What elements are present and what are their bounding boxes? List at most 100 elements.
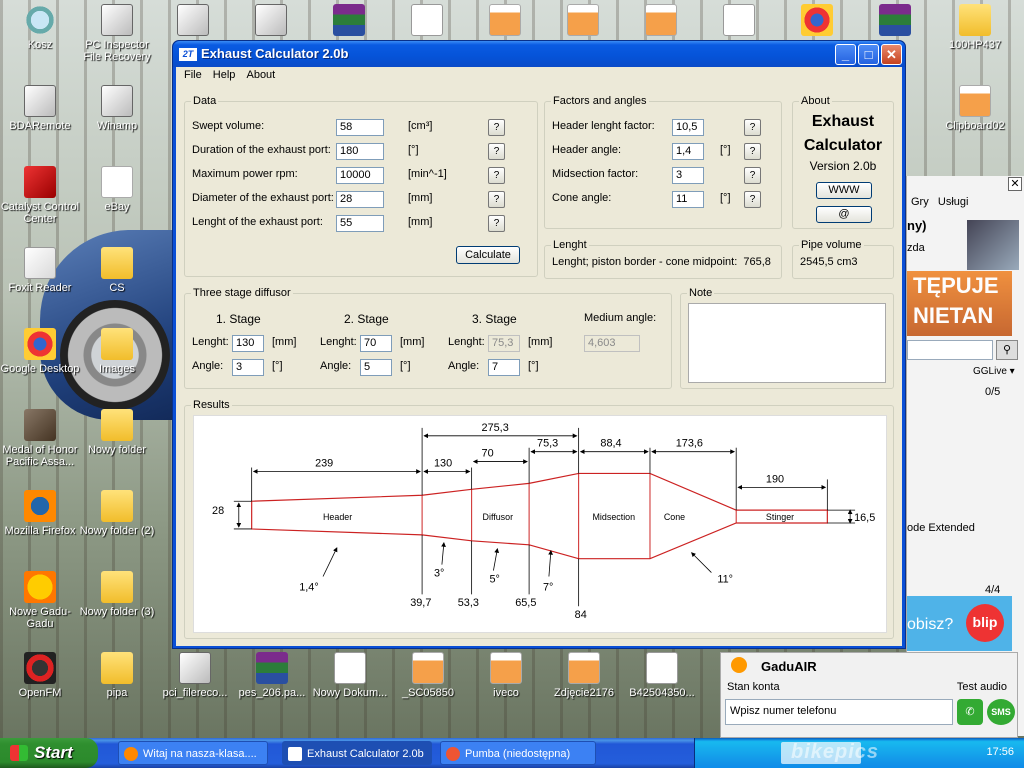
desktop-icon-zdjecie[interactable]: Zdjęcie2176 <box>544 652 624 699</box>
sms-button[interactable]: SMS <box>987 699 1015 725</box>
desktop-icon-nowy-dokument[interactable]: Nowy Dokum... <box>310 652 390 699</box>
stage-2-length-input[interactable]: 70 <box>360 335 392 352</box>
desktop-icon-pes-206[interactable]: pes_206.pa... <box>232 652 312 699</box>
desktop-icon-nowy-folder-2[interactable]: Nowy folder (2) <box>77 490 157 537</box>
help-button-max-power-rpm[interactable]: ? <box>488 167 505 184</box>
desktop-icon-cs[interactable]: CS <box>77 247 157 294</box>
desktop-icon-firefox[interactable]: Mozilla Firefox <box>0 490 80 537</box>
task-pumba[interactable]: Pumba (niedostępna) <box>440 741 596 765</box>
angle-stage1: 3° <box>434 568 444 580</box>
call-icon[interactable]: ✆ <box>957 699 983 725</box>
desktop-icon-catalyst[interactable]: Catalyst Control Center <box>0 166 80 225</box>
stage-1-angle-input[interactable]: 3 <box>232 359 264 376</box>
www-button[interactable]: WWW <box>816 182 872 199</box>
desktop-icon-nowy-folder-3[interactable]: Nowy folder (3) <box>77 571 157 618</box>
desktop-icon-google-desktop[interactable]: Google Desktop <box>0 328 80 375</box>
task-exhaust-calculator[interactable]: Exhaust Calculator 2.0b <box>282 741 432 765</box>
stage-2-angle-input[interactable]: 5 <box>360 359 392 376</box>
stage-3-length-label: Lenght: <box>448 336 485 348</box>
help-button-exhaust-duration[interactable]: ? <box>488 143 505 160</box>
blip-banner[interactable]: obisz? blip <box>907 596 1012 651</box>
calculate-button[interactable]: Calculate <box>456 246 520 264</box>
desktop-icon-top-3[interactable] <box>314 4 384 39</box>
stage-1-length-input[interactable]: 130 <box>232 335 264 352</box>
desktop-icon-images[interactable]: Images <box>77 328 157 375</box>
angle-pointer-lines <box>322 542 712 577</box>
cone-angle-input[interactable]: 11 <box>672 191 704 208</box>
start-button[interactable]: Start <box>0 738 98 768</box>
email-button[interactable]: @ <box>816 206 872 223</box>
menu-help[interactable]: Help <box>209 67 240 83</box>
medal-of-honor-icon <box>24 409 56 441</box>
swept-volume-input[interactable]: 58 <box>336 119 384 136</box>
desktop-icon-top-5[interactable] <box>470 4 540 39</box>
desktop-icon-pipa[interactable]: pipa <box>77 652 157 699</box>
port-diameter-input[interactable]: 28 <box>336 191 384 208</box>
desktop-icon-recycle-bin[interactable]: Kosz <box>0 4 80 51</box>
desktop-icon-top-4[interactable] <box>392 4 462 39</box>
gg-search-input[interactable] <box>907 340 993 360</box>
exhaust-duration-input[interactable]: 180 <box>336 143 384 160</box>
desktop-icon-top-1[interactable] <box>158 4 228 39</box>
task-firefox[interactable]: Witaj na nasza-klasa.... <box>118 741 268 765</box>
desktop-icon-top-10[interactable] <box>860 4 930 39</box>
minimize-button[interactable]: _ <box>835 44 856 65</box>
gg-live-dropdown[interactable]: GGLive ▾ <box>973 366 1015 377</box>
maximize-button[interactable]: □ <box>858 44 879 65</box>
header-angle-input[interactable]: 1,4 <box>672 143 704 160</box>
desktop-icon-ebay[interactable]: eBay <box>77 166 157 213</box>
menu-file[interactable]: File <box>180 67 206 83</box>
dia-after-header: 39,7 <box>410 597 431 609</box>
desktop-icon-top-7[interactable] <box>626 4 696 39</box>
port-length-input[interactable]: 55 <box>336 215 384 232</box>
desktop-icon-bdaremote[interactable]: BDARemote <box>0 85 80 132</box>
help-button-header-angle[interactable]: ? <box>744 143 761 160</box>
desktop-icon-top-6[interactable] <box>548 4 618 39</box>
angle-cone: 11° <box>717 573 733 585</box>
desktop-icon-clipboard02[interactable]: Clipboard02 <box>934 85 1016 132</box>
desktop-icon-top-9[interactable] <box>782 4 852 39</box>
desktop-icon-top-8[interactable] <box>704 4 774 39</box>
desktop-icon-iveco[interactable]: iveco <box>466 652 546 699</box>
desktop-icon-medal-of-honor[interactable]: Medal of Honor Pacific Assa... <box>0 409 80 468</box>
desktop-icon-openfm[interactable]: OpenFM <box>0 652 80 699</box>
header-length-factor-input[interactable]: 10,5 <box>672 119 704 136</box>
stage-2-title: 2. Stage <box>344 312 389 326</box>
phone-input[interactable]: Wpisz numer telefonu <box>725 699 953 725</box>
help-button-port-diameter[interactable]: ? <box>488 191 505 208</box>
help-button-cone-angle[interactable]: ? <box>744 191 761 208</box>
desktop-icon-foxit[interactable]: Foxit Reader <box>0 247 80 294</box>
title-bar[interactable]: 2T Exhaust Calculator 2.0b _ □ ✕ <box>173 41 905 67</box>
midsection-factor-input[interactable]: 3 <box>672 167 704 184</box>
desktop-icon-gadu-gadu[interactable]: Nowe Gadu-Gadu <box>0 571 80 630</box>
stage-3-angle-input[interactable]: 7 <box>488 359 520 376</box>
close-icon[interactable]: ✕ <box>1008 177 1022 191</box>
desktop-icon-b425[interactable]: B42504350... <box>622 652 702 699</box>
clock[interactable]: 17:56 <box>986 746 1014 758</box>
search-icon[interactable]: ⚲ <box>996 340 1018 360</box>
desktop-icon-sc05850[interactable]: _SC05850 <box>388 652 468 699</box>
gaduair-audio-test[interactable]: Test audio <box>957 681 1007 693</box>
help-button-header-length-factor[interactable]: ? <box>744 119 761 136</box>
help-button-midsection-factor[interactable]: ? <box>744 167 761 184</box>
desktop-icon-pc-inspector[interactable]: PC Inspector File Recovery <box>77 4 157 63</box>
gg-tabs[interactable]: Gry Usługi <box>911 196 968 208</box>
help-button-swept-volume[interactable]: ? <box>488 119 505 136</box>
note-textarea[interactable] <box>688 303 886 383</box>
gg-ad-banner[interactable]: TĘPUJE NIETAN <box>907 271 1012 336</box>
max-power-rpm-input[interactable]: 10000 <box>336 167 384 184</box>
section-dividers <box>421 473 737 559</box>
desktop-icon-winamp[interactable]: Winamp <box>77 85 157 132</box>
desktop-icon-nowy-folder[interactable]: Nowy folder <box>77 409 157 456</box>
desktop-icon-pci-filereco[interactable]: pci_filereco... <box>155 652 235 699</box>
close-button[interactable]: ✕ <box>881 44 902 65</box>
winamp-icon <box>101 85 133 117</box>
stage-1-title: 1. Stage <box>216 312 261 326</box>
menu-about[interactable]: About <box>242 67 279 83</box>
help-button-port-length[interactable]: ? <box>488 215 505 232</box>
dim-header-length: 239 <box>315 458 333 470</box>
desktop-icon-100hp437[interactable]: 100HP437 <box>934 4 1016 51</box>
about-title-line1: Exhaust <box>811 113 875 130</box>
folder-icon <box>101 409 133 441</box>
desktop-icon-top-2[interactable] <box>236 4 306 39</box>
